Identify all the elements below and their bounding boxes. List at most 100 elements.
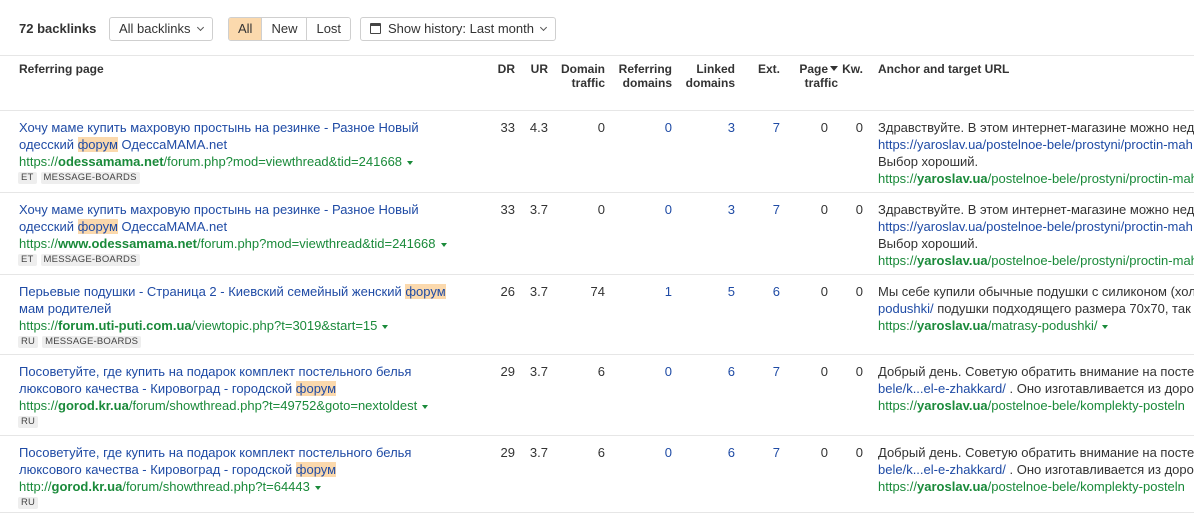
anchor-link-line[interactable]: podushki/ подушки подходящего размера 70… bbox=[878, 300, 1194, 317]
dr-value: 33 bbox=[500, 202, 515, 217]
segment-new[interactable]: New bbox=[262, 18, 308, 40]
target-url[interactable]: https://yaroslav.ua/postelnoe-bele/kompl… bbox=[878, 397, 1194, 414]
referring-domains-value[interactable]: 0 bbox=[612, 444, 672, 461]
tag-list: ET MESSAGE-BOARDS bbox=[18, 172, 140, 184]
col-referring-page[interactable]: Referring page bbox=[19, 62, 104, 76]
linked-domains-value[interactable]: 6 bbox=[680, 363, 735, 380]
history-segment-control: All New Lost bbox=[228, 17, 352, 41]
target-url[interactable]: https://yaroslav.ua/postelnoe-bele/prost… bbox=[878, 170, 1194, 187]
title-text-end: ОдессаМАМА.net bbox=[117, 137, 228, 152]
ext-value[interactable]: 7 bbox=[750, 363, 780, 380]
col-page-traffic[interactable]: Page traffic bbox=[788, 62, 838, 90]
segment-lost[interactable]: Lost bbox=[307, 18, 351, 40]
col-anchor[interactable]: Anchor and target URL bbox=[878, 62, 1009, 76]
caret-down-icon[interactable] bbox=[1102, 325, 1109, 329]
anchor-link-line[interactable]: https://yaroslav.ua/postelnoe-bele/prost… bbox=[878, 136, 1194, 153]
target-scheme: https:// bbox=[878, 253, 918, 268]
tag-badge: ET bbox=[18, 172, 37, 184]
referring-domains-value[interactable]: 1 bbox=[612, 283, 672, 300]
ur-value: 3.7 bbox=[529, 284, 548, 299]
target-url[interactable]: https://yaroslav.ua/postelnoe-bele/kompl… bbox=[878, 478, 1194, 495]
kw-value: 0 bbox=[855, 202, 863, 217]
url-path: /forum/showthread.php?t=64443 bbox=[122, 479, 310, 494]
ext-value[interactable]: 6 bbox=[750, 283, 780, 300]
col-kw[interactable]: Kw. bbox=[838, 62, 863, 76]
anchor-cell: Здравствуйте. В этом интернет-магазине м… bbox=[878, 119, 1194, 187]
page-traffic-value: 0 bbox=[820, 120, 828, 135]
target-domain: yaroslav.ua bbox=[917, 479, 988, 494]
anchor-link-line[interactable]: https://yaroslav.ua/postelnoe-bele/prost… bbox=[878, 218, 1194, 235]
col-referring-domains-l2: domains bbox=[622, 76, 672, 90]
backlink-filter-dropdown[interactable]: All backlinks bbox=[109, 17, 213, 41]
tag-badge: RU bbox=[18, 416, 39, 428]
target-url[interactable]: https://yaroslav.ua/postelnoe-bele/prost… bbox=[878, 252, 1194, 269]
target-path: /postelnoe-bele/komplekty-posteln bbox=[987, 479, 1185, 494]
calendar-icon bbox=[370, 23, 381, 34]
col-page-traffic-l2: traffic bbox=[804, 76, 838, 90]
col-ext[interactable]: Ext. bbox=[750, 62, 780, 76]
linked-domains-value[interactable]: 3 bbox=[680, 201, 735, 218]
kw-value: 0 bbox=[855, 445, 863, 460]
col-page-traffic-l1: Page bbox=[799, 62, 828, 76]
anchor-link[interactable]: bele/k...el-e-zhakkard/ bbox=[878, 462, 1006, 477]
anchor-link-line[interactable]: bele/k...el-e-zhakkard/ . Оно изготавлив… bbox=[878, 461, 1194, 478]
toolbar: 72 backlinks All backlinks All New Lost … bbox=[0, 0, 1194, 56]
referring-page-title[interactable]: Посоветуйте, где купить на подарок компл… bbox=[19, 363, 469, 397]
tag-list: RU MESSAGE-BOARDS bbox=[18, 336, 142, 348]
referring-page-title[interactable]: Посоветуйте, где купить на подарок компл… bbox=[19, 444, 469, 478]
referring-page-url[interactable]: https://forum.uti-puti.com.ua/viewtopic.… bbox=[19, 317, 389, 334]
referring-domains-value[interactable]: 0 bbox=[612, 119, 672, 136]
referring-domains-value[interactable]: 0 bbox=[612, 201, 672, 218]
caret-down-icon[interactable] bbox=[422, 405, 429, 409]
referring-page-title[interactable]: Хочу маме купить махровую простынь на ре… bbox=[19, 201, 469, 235]
anchor-link-line[interactable]: bele/k...el-e-zhakkard/ . Оно изготавлив… bbox=[878, 380, 1194, 397]
anchor-link[interactable]: https://yaroslav.ua/postelnoe-bele/prost… bbox=[878, 137, 1193, 152]
caret-down-icon[interactable] bbox=[382, 325, 389, 329]
ext-value[interactable]: 7 bbox=[750, 444, 780, 461]
ext-value[interactable]: 7 bbox=[750, 201, 780, 218]
col-domain-traffic-l2: traffic bbox=[571, 76, 605, 90]
caret-down-icon[interactable] bbox=[440, 243, 447, 247]
anchor-link[interactable]: https://yaroslav.ua/postelnoe-bele/prost… bbox=[878, 219, 1193, 234]
domain-traffic-value: 0 bbox=[597, 120, 605, 135]
dr-value: 29 bbox=[500, 445, 515, 460]
referring-page-url[interactable]: https://gorod.kr.ua/forum/showthread.php… bbox=[19, 397, 429, 414]
target-domain: yaroslav.ua bbox=[917, 253, 988, 268]
col-dr[interactable]: DR bbox=[490, 62, 515, 76]
referring-page-url[interactable]: http://gorod.kr.ua/forum/showthread.php?… bbox=[19, 478, 321, 495]
referring-page-title[interactable]: Перьевые подушки - Страница 2 - Киевский… bbox=[19, 283, 469, 317]
referring-page-title[interactable]: Хочу маме купить махровую простынь на ре… bbox=[19, 119, 469, 153]
url-path: /viewtopic.php?t=3019&start=15 bbox=[191, 318, 378, 333]
segment-all[interactable]: All bbox=[229, 18, 263, 40]
ur-value: 3.7 bbox=[529, 202, 548, 217]
table-row: Посоветуйте, где купить на подарок компл… bbox=[0, 436, 1194, 513]
show-history-dropdown[interactable]: Show history: Last month bbox=[360, 17, 556, 41]
url-path: /forum/showthread.php?t=49752&goto=nexto… bbox=[128, 398, 418, 413]
col-ur[interactable]: UR bbox=[523, 62, 548, 76]
caret-down-icon[interactable] bbox=[314, 486, 321, 490]
target-url[interactable]: https://yaroslav.ua/matrasy-podushki/ bbox=[878, 317, 1194, 334]
caret-down-icon[interactable] bbox=[407, 161, 414, 165]
referring-domains-value[interactable]: 0 bbox=[612, 363, 672, 380]
anchor-link[interactable]: bele/k...el-e-zhakkard/ bbox=[878, 381, 1006, 396]
anchor-context-rest: . Оно изготавливается из дорог bbox=[1005, 462, 1194, 477]
linked-domains-value[interactable]: 3 bbox=[680, 119, 735, 136]
title-text-end: мам родителей bbox=[19, 301, 112, 316]
anchor-link[interactable]: podushki/ bbox=[878, 301, 934, 316]
referring-page-url[interactable]: https://odessamama.net/forum.php?mod=vie… bbox=[19, 153, 414, 170]
kw-value: 0 bbox=[855, 364, 863, 379]
url-scheme: https:// bbox=[19, 398, 59, 413]
target-scheme: https:// bbox=[878, 398, 918, 413]
linked-domains-value[interactable]: 5 bbox=[680, 283, 735, 300]
referring-page-url[interactable]: https://www.odessamama.net/forum.php?mod… bbox=[19, 235, 447, 252]
page-traffic-value: 0 bbox=[820, 364, 828, 379]
col-linked-domains[interactable]: Linked domains bbox=[680, 62, 735, 90]
tag-list: RU bbox=[18, 416, 39, 428]
target-path: /postelnoe-bele/prostyni/proctin-mah bbox=[987, 253, 1194, 268]
col-referring-domains[interactable]: Referring domains bbox=[612, 62, 672, 90]
col-domain-traffic[interactable]: Domain traffic bbox=[555, 62, 605, 90]
ext-value[interactable]: 7 bbox=[750, 119, 780, 136]
anchor-cell: Здравствуйте. В этом интернет-магазине м… bbox=[878, 201, 1194, 269]
anchor-context-end: Выбор хороший. bbox=[878, 236, 979, 251]
linked-domains-value[interactable]: 6 bbox=[680, 444, 735, 461]
